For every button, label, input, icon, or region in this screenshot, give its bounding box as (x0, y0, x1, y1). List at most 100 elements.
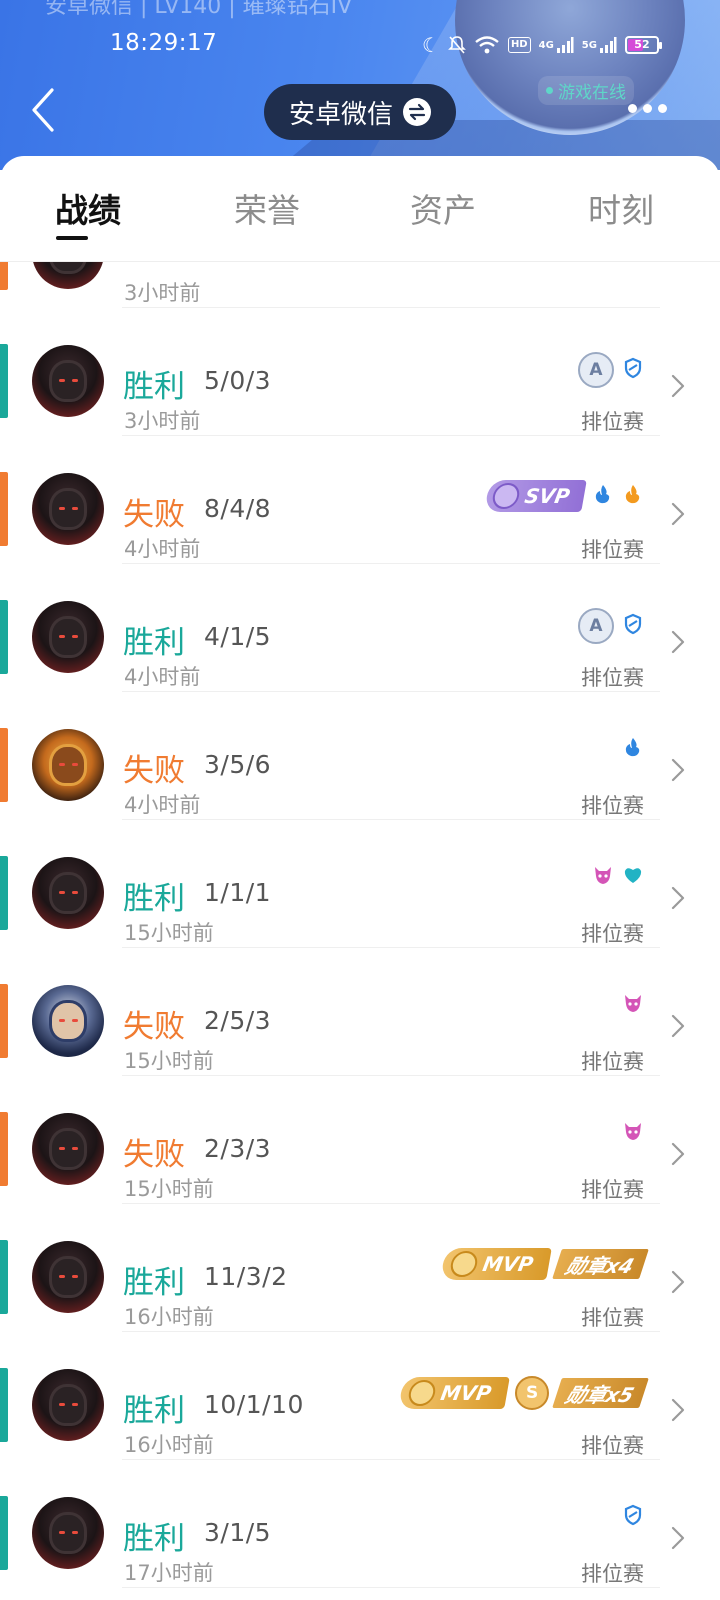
match-result: 胜利 (123, 881, 185, 917)
chevron-right-icon (671, 1014, 685, 1038)
match-row[interactable]: 3小时前 (0, 262, 720, 308)
tab-assets[interactable]: 资产 (410, 184, 476, 232)
hero-eye (72, 1019, 78, 1022)
status-bar-time: 18:29:17 (110, 30, 218, 56)
hero-eye (59, 1531, 65, 1534)
match-time: 15小时前 (124, 1177, 214, 1201)
hero-avatar (32, 985, 104, 1057)
more-options-button[interactable] (628, 104, 667, 113)
hero-avatar (32, 345, 104, 417)
match-badges (592, 864, 644, 890)
demon-pink-icon (622, 992, 644, 1018)
profile-header: 安卓微信 | LV140 | 璀璨钻石IV 18:29:17 ☾ HD 4G 5… (0, 0, 720, 170)
tab-bar: 战绩 荣誉 资产 时刻 (0, 156, 720, 262)
chevron-right-icon (671, 1398, 685, 1422)
match-kda: 8/4/8 (204, 494, 272, 523)
match-history-list[interactable]: 3小时前 胜利 5/0/3 3小时前 A 排位赛 失败 8/4/8 4小时前 S… (0, 262, 720, 1600)
hero-avatar (32, 473, 104, 545)
hero-eye (72, 891, 78, 894)
match-time: 16小时前 (124, 1305, 214, 1329)
a-rating-badge: A (578, 608, 614, 644)
hero-avatar (32, 1113, 104, 1185)
match-row[interactable]: 胜利 10/1/10 16小时前 MVP S 勋章x5 排位赛 (0, 1332, 720, 1460)
hero-face (52, 875, 84, 911)
match-badges: MVP S 勋章x5 (398, 1376, 649, 1410)
hero-eye (59, 763, 65, 766)
online-status-badge: 游戏在线 (538, 76, 634, 105)
match-time: 4小时前 (124, 537, 201, 561)
signal-4g-icon: 4G (539, 36, 574, 54)
shield-blue-icon (622, 357, 644, 383)
active-tab-indicator (56, 236, 88, 240)
mvp-coin-icon (406, 1380, 438, 1406)
match-row[interactable]: 胜利 5/0/3 3小时前 A 排位赛 (0, 308, 720, 436)
match-badges: MVP 勋章x4 (440, 1248, 649, 1280)
match-mode: 排位赛 (581, 1306, 644, 1330)
hero-avatar (32, 857, 104, 929)
match-time: 15小时前 (124, 1049, 214, 1073)
match-mode: 排位赛 (581, 794, 644, 818)
match-kda: 5/0/3 (204, 366, 272, 395)
match-mode: 排位赛 (581, 666, 644, 690)
a-rating-badge: A (578, 352, 614, 388)
hero-eye (59, 1275, 65, 1278)
match-kda: 3/5/6 (204, 750, 272, 779)
match-row[interactable]: 失败 3/5/6 4小时前 排位赛 (0, 692, 720, 820)
back-button[interactable] (26, 86, 66, 134)
hero-face (52, 1387, 84, 1423)
page-title: 安卓微信 (288, 99, 393, 130)
hero-avatar (32, 729, 104, 801)
hero-eye (59, 891, 65, 894)
result-color-bar (0, 472, 8, 546)
hd-icon: HD (507, 37, 531, 53)
demon-pink-icon (622, 1120, 644, 1146)
battery-percent: 52 (634, 38, 650, 51)
chevron-right-icon (671, 502, 685, 526)
hero-eye (72, 379, 78, 382)
match-row[interactable]: 胜利 1/1/1 15小时前 排位赛 (0, 820, 720, 948)
match-badges (622, 992, 644, 1018)
account-switcher[interactable]: 安卓微信 (264, 84, 456, 140)
match-badges: A (578, 608, 644, 644)
match-mode: 排位赛 (581, 922, 644, 946)
chevron-right-icon (671, 758, 685, 782)
match-badges (622, 1120, 644, 1146)
match-row[interactable]: 胜利 11/3/2 16小时前 MVP 勋章x4 排位赛 (0, 1204, 720, 1332)
dot-icon (643, 104, 652, 113)
match-row[interactable]: 胜利 4/1/5 4小时前 A 排位赛 (0, 564, 720, 692)
mvp-badge: MVP (398, 1377, 510, 1409)
match-row[interactable]: 失败 2/5/3 15小时前 排位赛 (0, 948, 720, 1076)
match-row[interactable]: 失败 8/4/8 4小时前 SVP 排位赛 (0, 436, 720, 564)
chevron-left-icon (32, 88, 54, 132)
tab-records[interactable]: 战绩 (55, 184, 121, 232)
medal-count-badge: 勋章x4 (552, 1249, 649, 1279)
result-color-bar (0, 856, 8, 930)
status-bar-icons: ☾ HD 4G 5G 52 (422, 32, 662, 58)
s-rating-badge: S (515, 1376, 550, 1410)
tab-moments[interactable]: 时刻 (588, 184, 654, 232)
hero-face (52, 262, 84, 271)
match-row[interactable]: 胜利 3/1/5 17小时前 排位赛 (0, 1460, 720, 1588)
mvp-badge: MVP (440, 1248, 552, 1280)
chevron-right-icon (671, 374, 685, 398)
chevron-right-icon (671, 886, 685, 910)
hero-face (52, 1515, 84, 1551)
match-row[interactable]: 失败 2/3/3 15小时前 排位赛 (0, 1076, 720, 1204)
tab-honors[interactable]: 荣誉 (234, 184, 300, 232)
mvp-label: MVP (481, 1252, 536, 1276)
match-time: 3小时前 (124, 281, 201, 305)
match-result: 胜利 (123, 1393, 185, 1429)
result-color-bar (0, 1496, 8, 1570)
hero-eye (72, 1275, 78, 1278)
shield-blue-icon (622, 1504, 644, 1530)
hero-eye (59, 1403, 65, 1406)
row-divider (122, 1587, 660, 1588)
svp-coin-icon (491, 483, 522, 509)
chevron-right-icon (671, 1526, 685, 1550)
hero-eye (59, 1147, 65, 1150)
hero-face (52, 1259, 84, 1295)
hero-eye (72, 763, 78, 766)
network-5g-label: 5G (581, 39, 597, 51)
match-time: 17小时前 (124, 1561, 214, 1585)
flame-blue-icon (592, 483, 614, 509)
